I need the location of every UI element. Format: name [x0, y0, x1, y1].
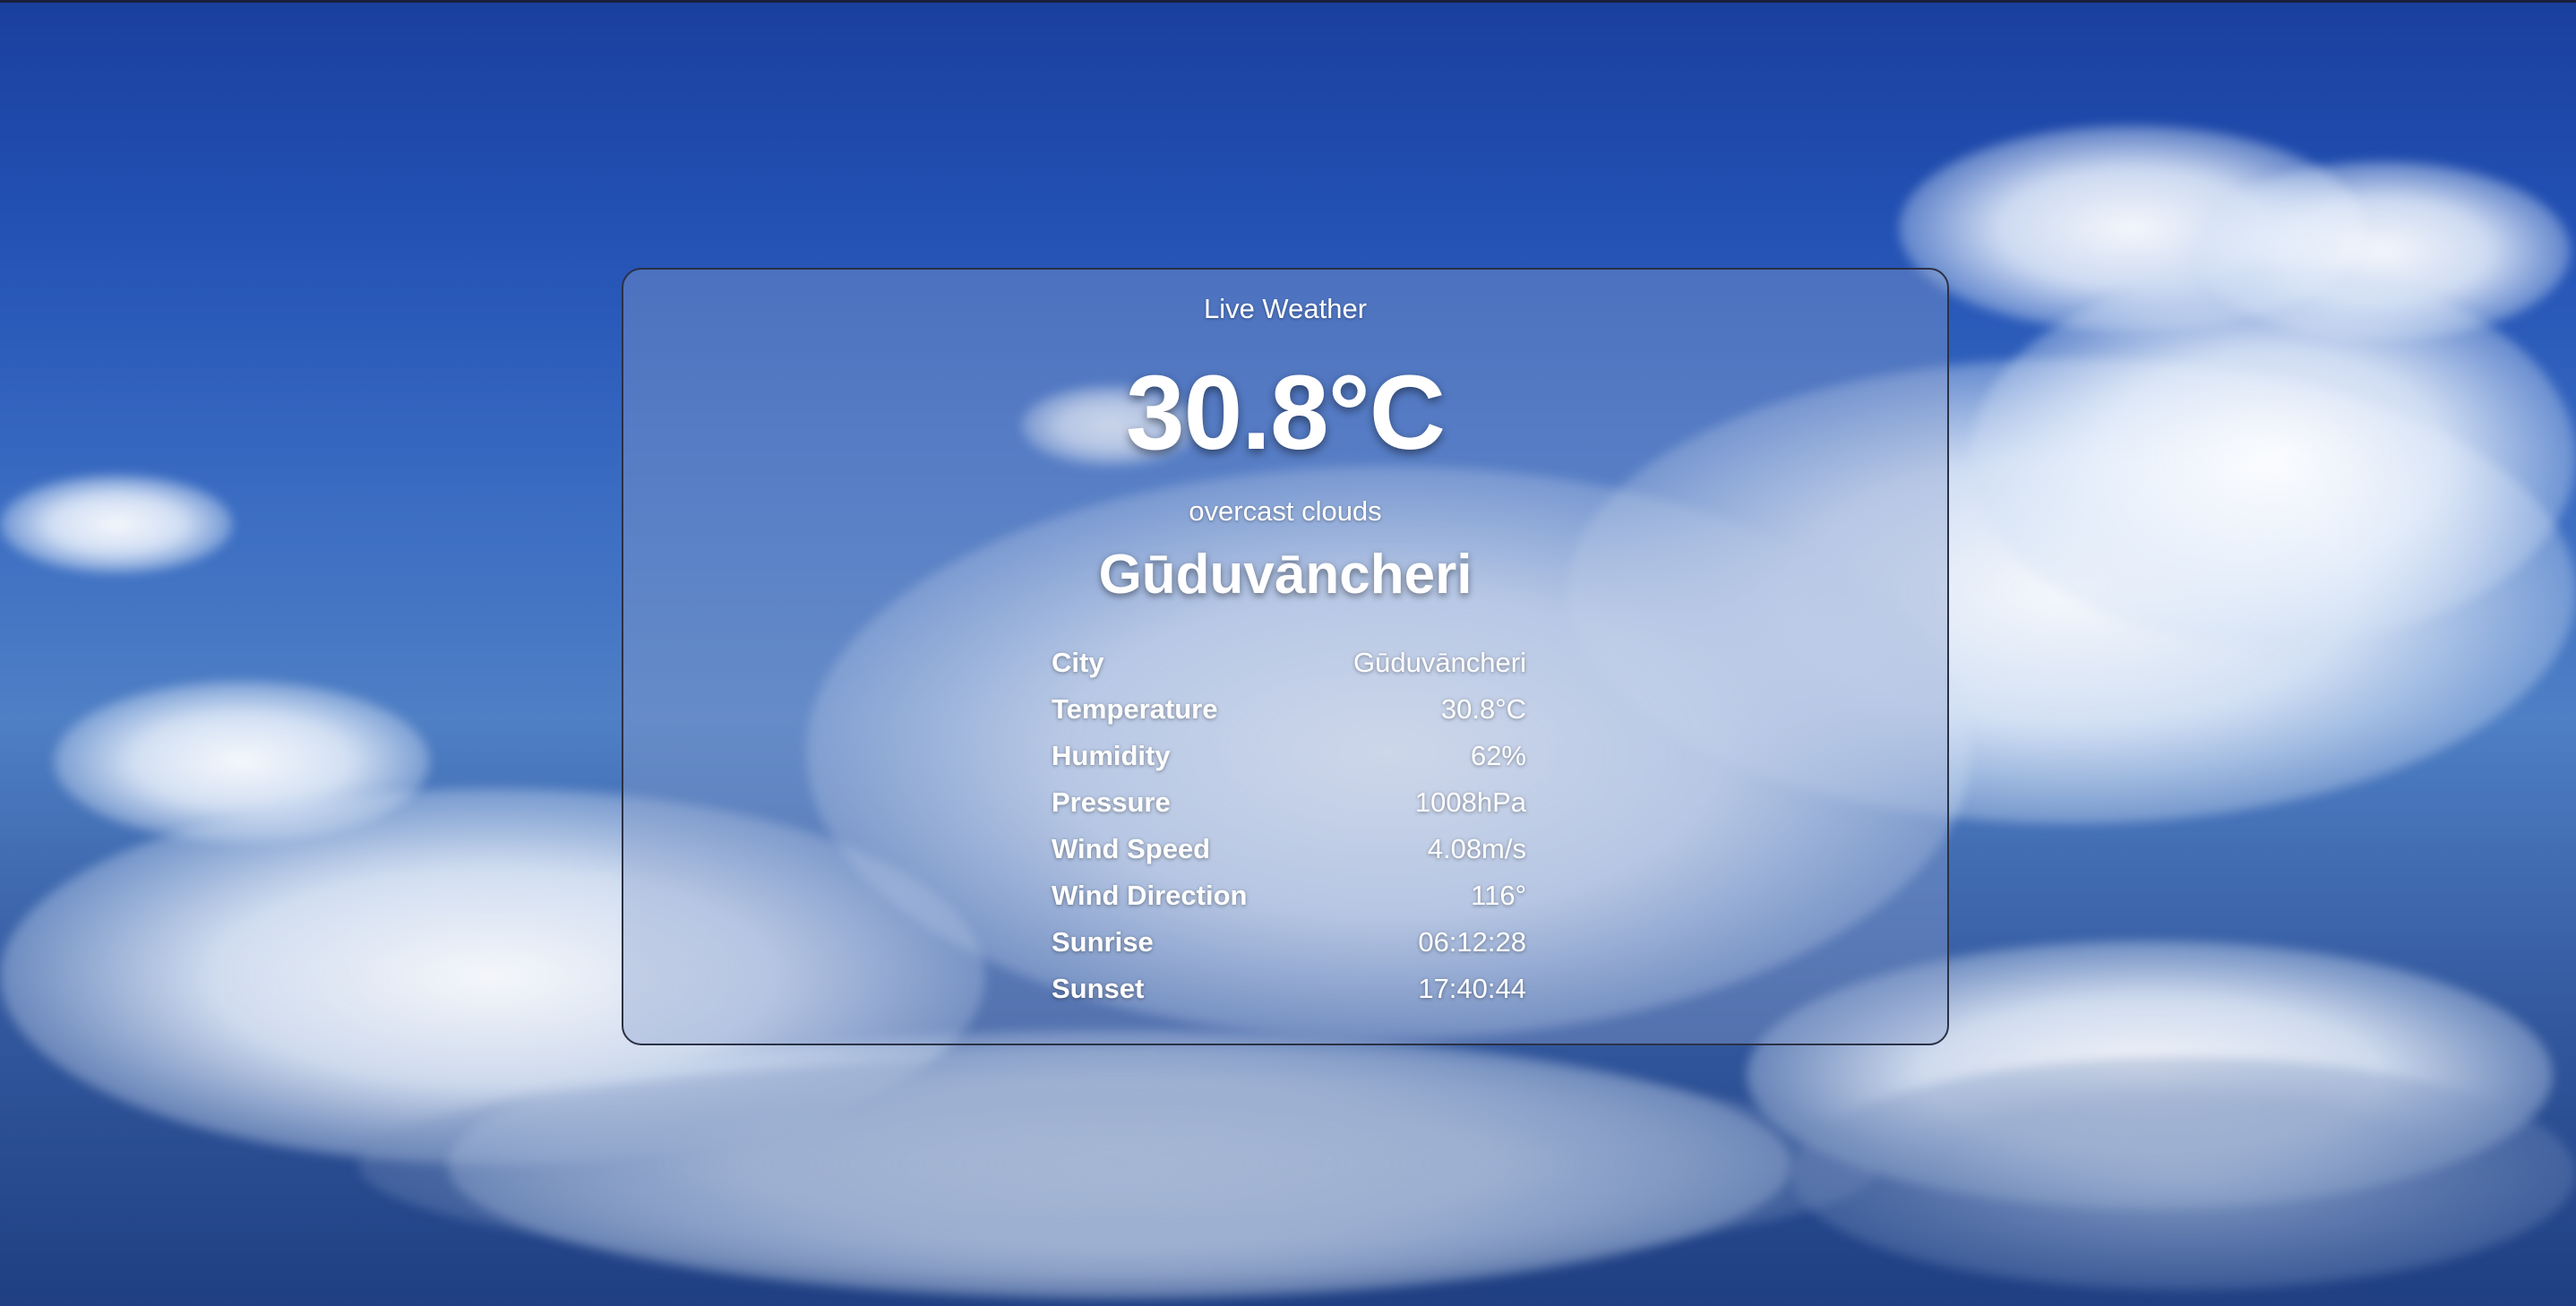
details-label: Wind Speed [1052, 833, 1211, 864]
weather-condition: overcast clouds [1189, 495, 1382, 527]
details-value: 62% [1470, 740, 1526, 771]
details-label: Wind Direction [1052, 880, 1248, 911]
cloud-decoration [0, 475, 233, 573]
cloud-shadow-decoration [358, 1057, 1881, 1272]
details-row-sunset: Sunset 17:40:44 [1052, 966, 1526, 1012]
weather-card: Live Weather 30.8°C overcast clouds Gūdu… [622, 268, 1949, 1045]
details-value: 4.08m/s [1427, 833, 1526, 864]
details-value: 30.8°C [1440, 693, 1526, 725]
details-row-temperature: Temperature 30.8°C [1052, 686, 1526, 733]
details-row-pressure: Pressure 1008hPa [1052, 779, 1526, 826]
details-label: Pressure [1052, 786, 1171, 818]
details-row-wind-direction: Wind Direction 116° [1052, 872, 1526, 919]
details-value: 17:40:44 [1418, 973, 1526, 1004]
details-row-humidity: Humidity 62% [1052, 733, 1526, 779]
current-temperature: 30.8°C [1125, 354, 1446, 472]
cloud-shadow-decoration [1791, 1057, 2576, 1290]
card-title: Live Weather [1203, 293, 1368, 324]
details-value: 06:12:28 [1418, 926, 1526, 958]
weather-details-table: City Gūduvāncheri Temperature 30.8°C Hum… [1052, 640, 1526, 1012]
cloud-decoration [1971, 269, 2576, 645]
details-row-wind-speed: Wind Speed 4.08m/s [1052, 826, 1526, 872]
details-label: Humidity [1052, 740, 1171, 771]
details-label: Sunset [1052, 973, 1145, 1004]
details-row-sunrise: Sunrise 06:12:28 [1052, 919, 1526, 966]
city-name: Gūduvāncheri [1098, 544, 1473, 606]
details-label: Temperature [1052, 693, 1218, 725]
details-row-city: City Gūduvāncheri [1052, 640, 1526, 686]
details-value: Gūduvāncheri [1352, 647, 1526, 678]
details-label: City [1052, 647, 1104, 678]
details-value: 116° [1471, 880, 1526, 911]
details-value: 1008hPa [1414, 786, 1526, 818]
details-label: Sunrise [1052, 926, 1154, 958]
